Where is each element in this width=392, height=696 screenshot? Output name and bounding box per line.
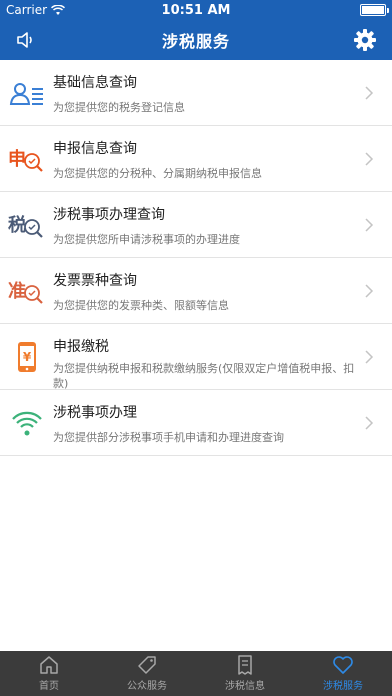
item-subtitle: 为您提供部分涉税事项手机申请和办理进度查询 bbox=[53, 431, 284, 444]
item-subtitle: 为您提供您的税务登记信息 bbox=[53, 101, 185, 114]
list-item-tax-matter-query[interactable]: 税 涉税事项办理查询 为您提供您所申请涉税事项的办理进度 bbox=[0, 192, 392, 258]
item-subtitle: 为您提供纳税申报和税款缴纳服务(仅限双定户增值税申报、扣款) bbox=[53, 362, 355, 390]
list-item-invoice-type[interactable]: 准 发票票种查询 为您提供您的发票种类、限额等信息 bbox=[0, 258, 392, 324]
status-bar: Carrier 10:51 AM bbox=[0, 0, 392, 20]
gear-icon[interactable] bbox=[352, 27, 378, 53]
chevron-right-icon bbox=[365, 350, 374, 364]
tab-home[interactable]: 首页 bbox=[0, 651, 98, 696]
tab-label: 涉税服务 bbox=[323, 681, 363, 692]
item-subtitle: 为您提供您的发票种类、限额等信息 bbox=[53, 299, 229, 312]
svg-text:¥: ¥ bbox=[23, 350, 32, 364]
heart-icon bbox=[333, 656, 353, 674]
tab-label: 首页 bbox=[39, 681, 59, 692]
tab-tax-service[interactable]: 涉税服务 bbox=[294, 651, 392, 696]
item-subtitle: 为您提供您的分税种、分属期纳税申报信息 bbox=[53, 167, 262, 180]
item-title: 申报缴税 bbox=[53, 339, 109, 355]
chevron-right-icon bbox=[365, 86, 374, 100]
tab-label: 涉税信息 bbox=[225, 681, 265, 692]
list-item-tax-matter-handle[interactable]: 涉税事项办理 为您提供部分涉税事项手机申请和办理进度查询 bbox=[0, 390, 392, 456]
chevron-right-icon bbox=[365, 284, 374, 298]
tax-search-icon: 税 bbox=[8, 214, 43, 238]
icon-glyph-zhun: 准 bbox=[8, 280, 26, 302]
user-card-icon bbox=[9, 83, 43, 105]
tab-tax-info[interactable]: 涉税信息 bbox=[196, 651, 294, 696]
invoice-search-icon: 准 bbox=[8, 280, 43, 304]
home-icon bbox=[40, 656, 58, 674]
icon-glyph-shui: 税 bbox=[8, 214, 26, 236]
receipt-icon bbox=[238, 655, 252, 675]
item-title: 申报信息查询 bbox=[53, 141, 137, 157]
speaker-icon[interactable] bbox=[14, 28, 40, 52]
chevron-right-icon bbox=[365, 218, 374, 232]
chevron-right-icon bbox=[365, 152, 374, 166]
list-item-basic-info[interactable]: 基础信息查询 为您提供您的税务登记信息 bbox=[0, 60, 392, 126]
nav-bar: 涉税服务 bbox=[0, 20, 392, 60]
battery-icon bbox=[360, 4, 389, 16]
status-time: 10:51 AM bbox=[161, 2, 231, 18]
list-item-tax-payment[interactable]: ¥ 申报缴税 为您提供纳税申报和税款缴纳服务(仅限双定户增值税申报、扣款) bbox=[0, 324, 392, 390]
tab-label: 公众服务 bbox=[127, 681, 167, 692]
tab-public-service[interactable]: 公众服务 bbox=[98, 651, 196, 696]
tab-bar: 首页 公众服务 涉税信息 涉税服务 bbox=[0, 651, 392, 696]
mobile-payment-icon: ¥ bbox=[18, 342, 36, 372]
list-item-declaration-info[interactable]: 申 申报信息查询 为您提供您的分税种、分属期纳税申报信息 bbox=[0, 126, 392, 192]
service-list: 基础信息查询 为您提供您的税务登记信息 申 申报信息查询 为您提供您的分税种、分… bbox=[0, 60, 392, 456]
page-title: 涉税服务 bbox=[161, 32, 230, 51]
icon-glyph-shen: 申 bbox=[8, 148, 26, 170]
item-title: 涉税事项办理 bbox=[53, 405, 137, 421]
chevron-right-icon bbox=[365, 416, 374, 430]
item-title: 发票票种查询 bbox=[53, 273, 137, 289]
tag-icon bbox=[138, 656, 156, 674]
wifi-signal-icon bbox=[12, 411, 42, 436]
item-title: 涉税事项办理查询 bbox=[53, 207, 165, 223]
item-subtitle: 为您提供您所申请涉税事项的办理进度 bbox=[53, 233, 240, 246]
declaration-search-icon: 申 bbox=[8, 148, 43, 172]
item-title: 基础信息查询 bbox=[53, 75, 137, 91]
